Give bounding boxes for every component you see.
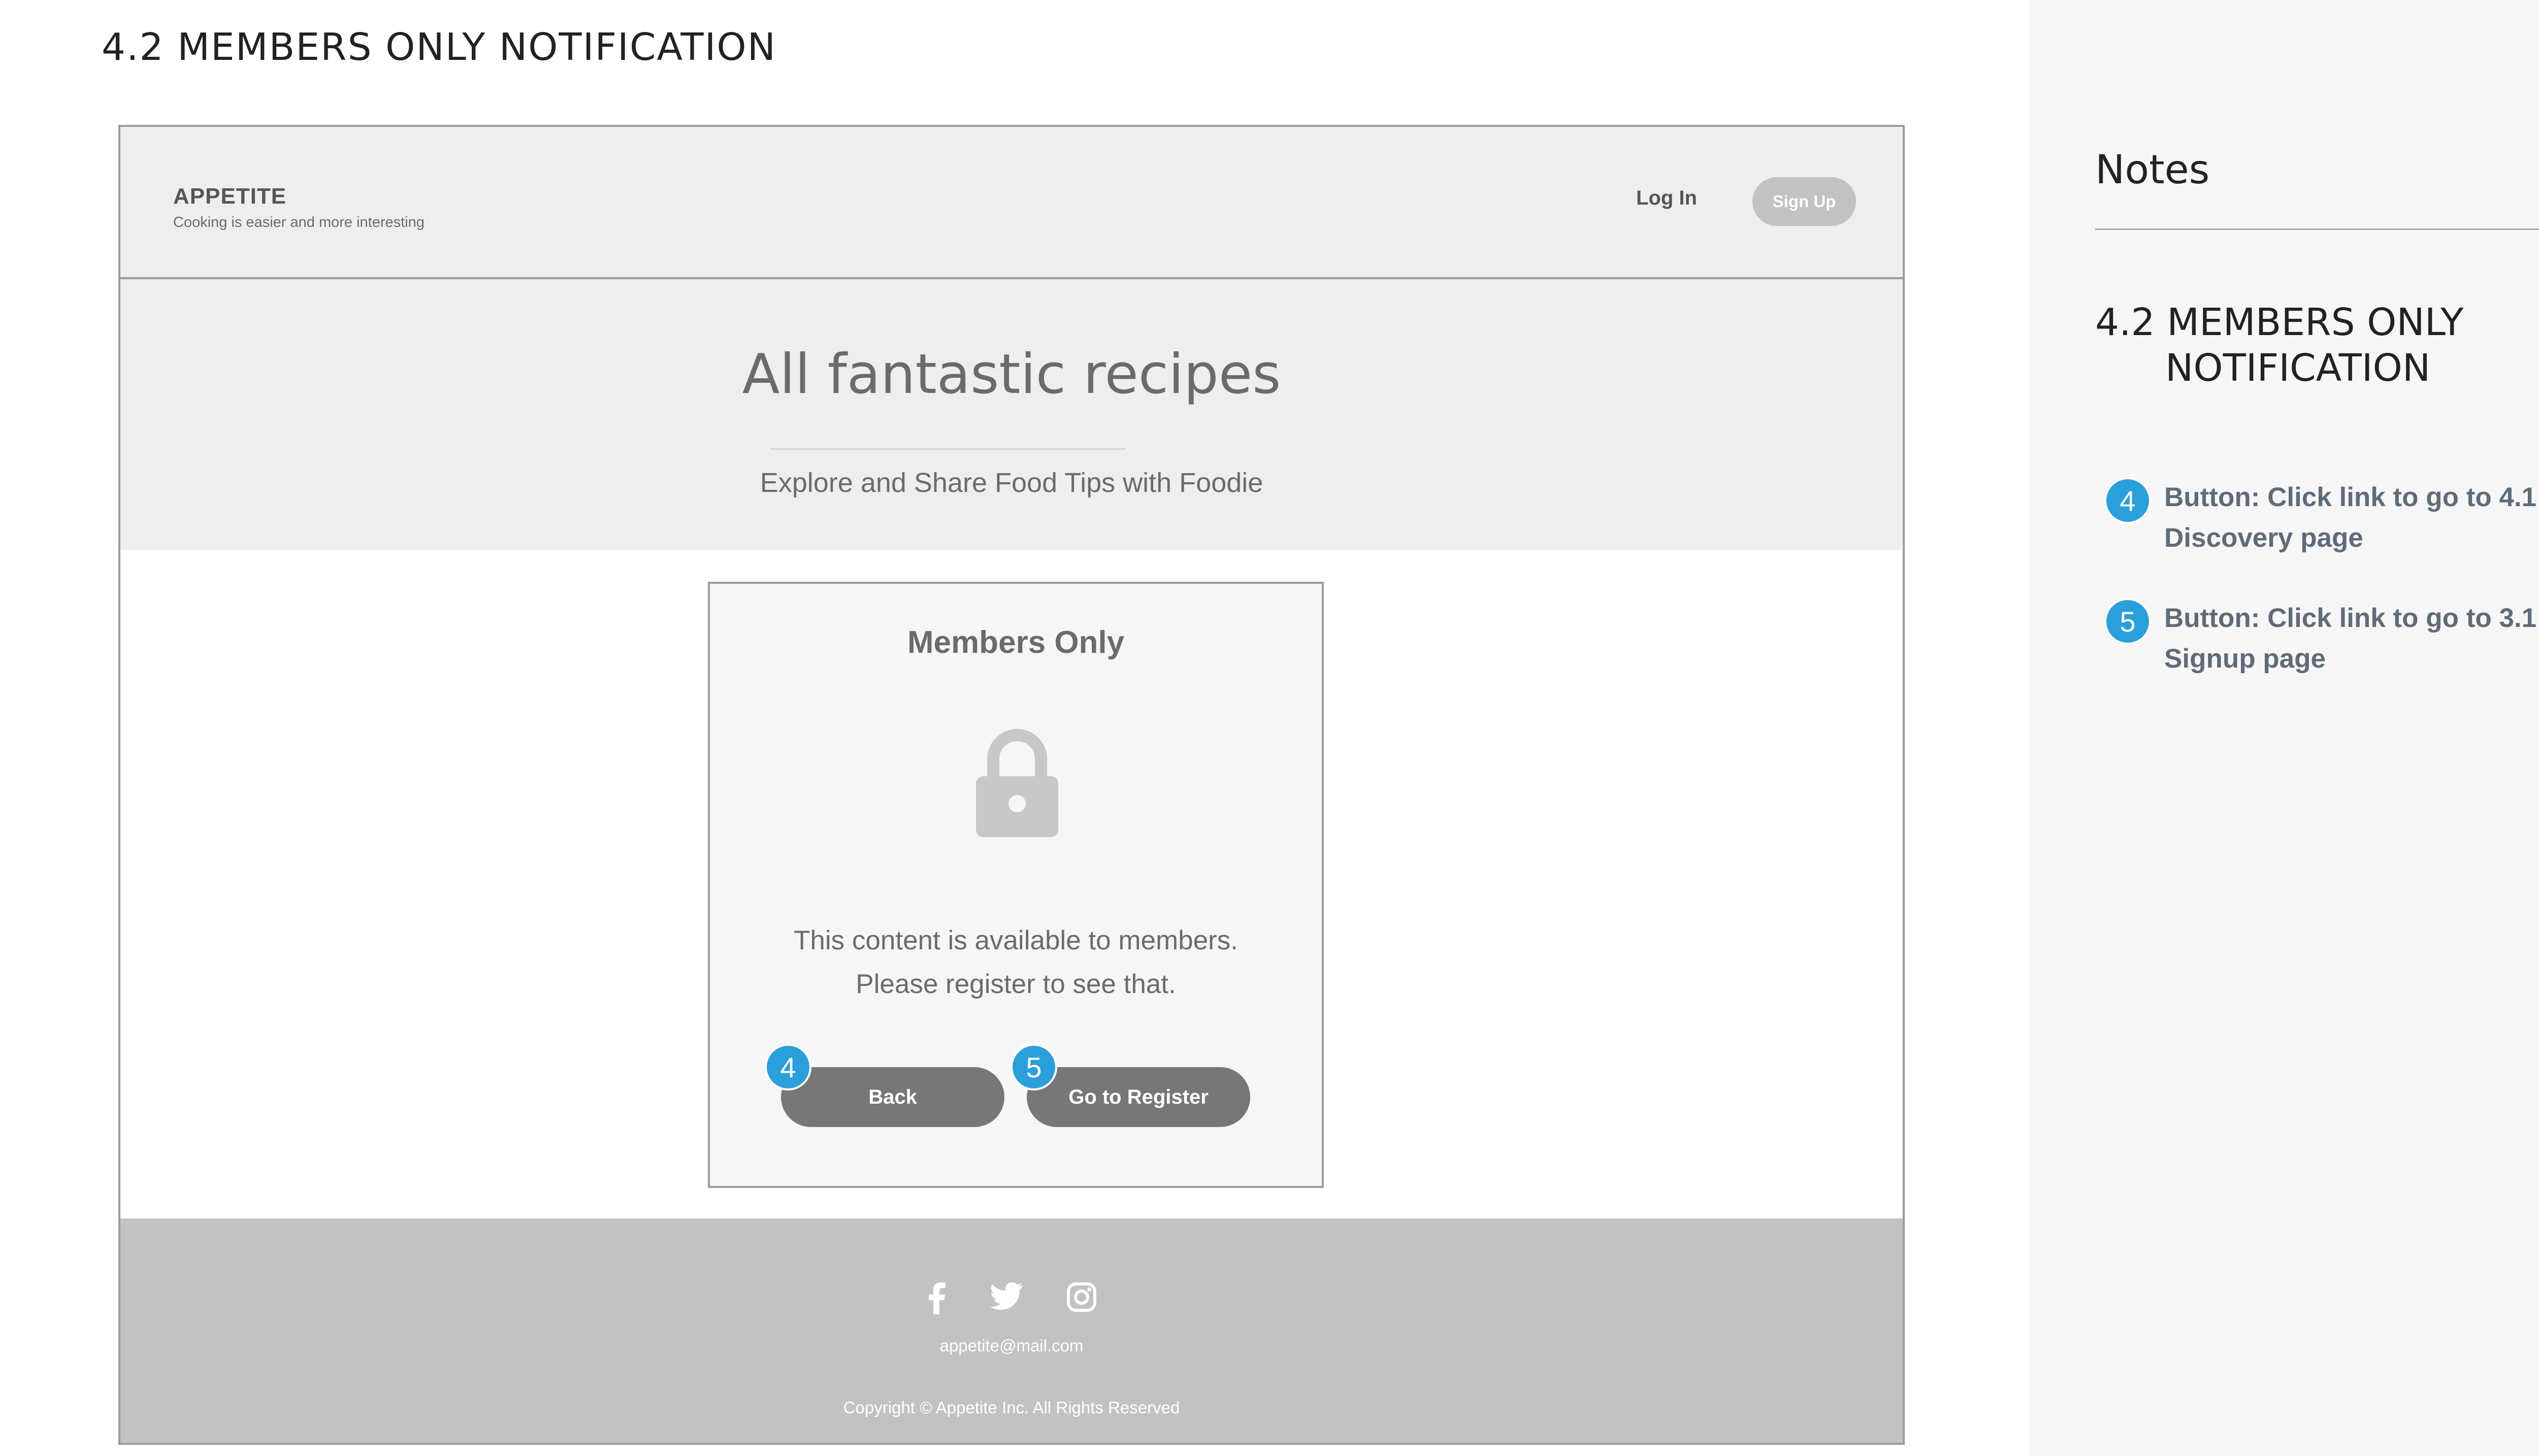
notes-heading: Notes: [2095, 147, 2210, 193]
notes-section-title-line2: NOTIFICATION: [2165, 346, 2431, 390]
brand-tagline: Cooking is easier and more interesting: [173, 214, 425, 230]
modal-message-line2: Please register to see that.: [856, 969, 1176, 999]
social-links: [120, 1282, 1903, 1317]
lock-icon: [974, 727, 1060, 842]
footer-copyright: Copyright © Appetite Inc. All Rights Res…: [843, 1398, 1180, 1417]
signup-button[interactable]: Sign Up: [1752, 177, 1856, 226]
brand-name: APPETITE: [173, 184, 287, 209]
annotation-marker-4: 4: [765, 1044, 811, 1090]
members-only-modal: Members Only This content is available t…: [708, 582, 1324, 1188]
note-text: Button: Click link to go to 4.1 Discover…: [2164, 482, 2537, 553]
notes-divider: [2095, 228, 2539, 230]
modal-message-line1: This content is available to members.: [794, 925, 1238, 955]
modal-title: Members Only: [907, 625, 1125, 660]
notes-section-title: 4.2 MEMBERS ONLY NOTIFICATION: [2095, 300, 2539, 391]
hero-divider: [770, 448, 1126, 450]
back-button[interactable]: Back: [781, 1067, 1004, 1127]
brand[interactable]: APPETITE Cooking is easier and more inte…: [173, 184, 425, 231]
note-marker: 4: [2104, 477, 2151, 524]
facebook-icon[interactable]: [926, 1282, 947, 1317]
instagram-icon[interactable]: [1066, 1282, 1097, 1317]
footer-email[interactable]: appetite@mail.com: [120, 1336, 1903, 1355]
go-to-register-button[interactable]: Go to Register: [1027, 1067, 1250, 1127]
hero-banner: All fantastic recipes Explore and Share …: [120, 279, 1903, 550]
footer: appetite@mail.com Copyright © Appetite I…: [120, 1218, 1903, 1443]
hero-title: All fantastic recipes: [742, 343, 1281, 406]
notes-panel: Notes 4.2 MEMBERS ONLY NOTIFICATION 4 Bu…: [2029, 0, 2539, 1456]
annotation-marker-5: 5: [1011, 1044, 1057, 1090]
note-text: Button: Click link to go to 3.1 Signup p…: [2164, 603, 2537, 674]
wireframe-frame: APPETITE Cooking is easier and more inte…: [118, 125, 1905, 1445]
page-title: 4.2 MEMBERS ONLY NOTIFICATION: [102, 25, 777, 69]
notes-section-title-line1: 4.2 MEMBERS ONLY: [2095, 301, 2464, 344]
hero-subtitle: Explore and Share Food Tips with Foodie: [760, 468, 1263, 498]
modal-message: This content is available to members. Pl…: [710, 919, 1322, 1006]
twitter-icon[interactable]: [990, 1282, 1023, 1317]
top-navbar: APPETITE Cooking is easier and more inte…: [120, 127, 1903, 279]
note-marker: 5: [2104, 598, 2151, 645]
login-link[interactable]: Log In: [1636, 187, 1697, 210]
